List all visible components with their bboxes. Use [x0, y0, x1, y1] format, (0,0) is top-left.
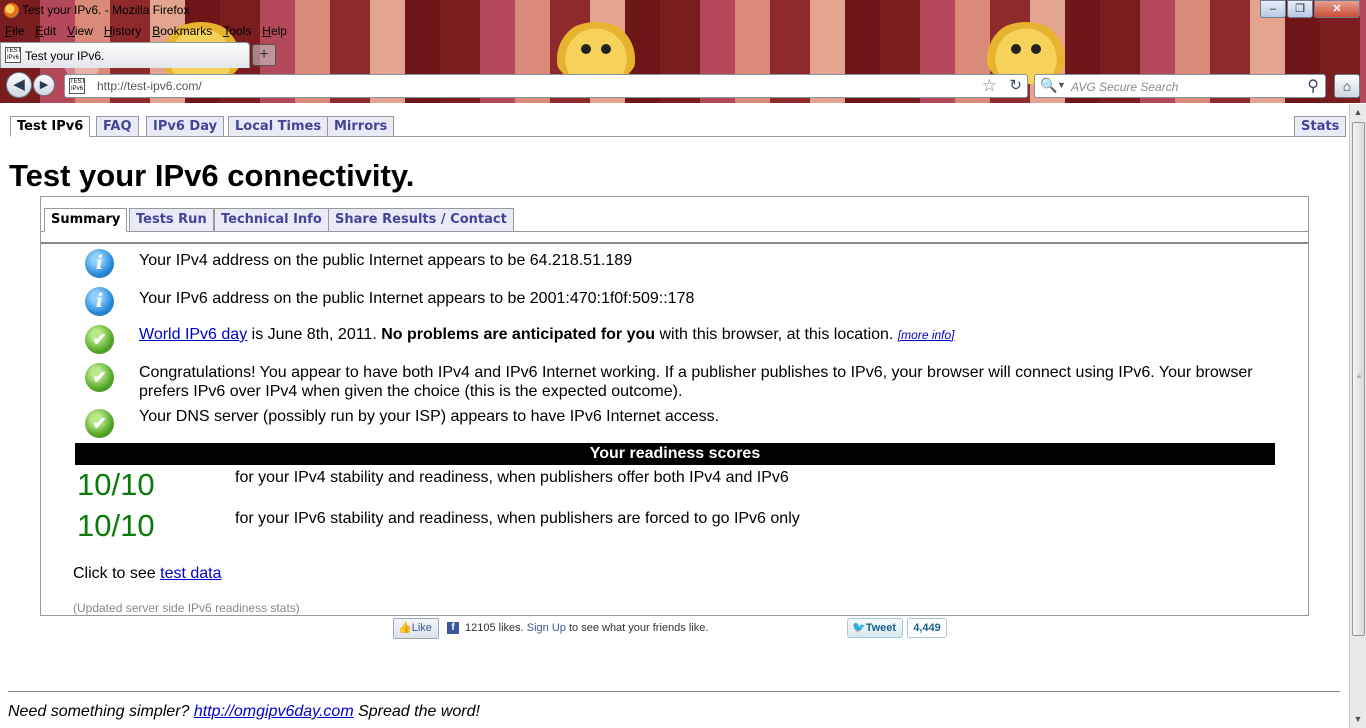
tab-tests-run[interactable]: Tests Run	[129, 208, 214, 232]
bookmark-star-icon[interactable]: ☆	[982, 76, 997, 96]
dns-text: Your DNS server (possibly run by your IS…	[139, 408, 720, 425]
results-panel: Summary Tests Run Technical Info Share R…	[40, 196, 1309, 616]
tab-summary[interactable]: Summary	[44, 208, 128, 232]
scroll-grip-icon: ≡	[1356, 372, 1362, 381]
ipv4-score: 10/10	[77, 467, 155, 502]
more-info-link[interactable]: [more info]	[898, 328, 955, 342]
footer-suffix: Spread the word!	[353, 703, 480, 720]
minimize-button[interactable]: –	[1260, 0, 1286, 18]
omgipv6day-link[interactable]: http://omgipv6day.com	[194, 703, 354, 720]
ipv6-result-text: Your IPv6 address on the public Internet…	[139, 290, 695, 307]
menu-bar: File Edit View History Bookmarks Tools H…	[0, 24, 293, 40]
facebook-like-text: 12105 likes. Sign Up to see what your fr…	[465, 622, 708, 634]
menu-history[interactable]: History	[104, 24, 141, 38]
world-ipv6-day-link[interactable]: World IPv6 day	[139, 326, 247, 343]
twitter-bird-icon: 🐦	[852, 622, 866, 634]
footer-text: Need something simpler? http://omgipv6da…	[8, 703, 480, 721]
signup-rest: to see what your friends like.	[565, 622, 709, 634]
results-tabs: Summary Tests Run Technical Info Share R…	[41, 208, 1308, 232]
social-buttons: 👍Like f 12105 likes. Sign Up to see what…	[393, 617, 953, 641]
footer-divider	[8, 691, 1340, 692]
maximize-button[interactable]: ❐	[1287, 0, 1313, 18]
facebook-icon: f	[447, 622, 459, 634]
url-text[interactable]: http://test-ipv6.com/	[97, 79, 202, 93]
page-title: Test your IPv6 connectivity.	[9, 158, 415, 193]
check-icon: ✔	[85, 409, 114, 438]
ipv4-result-text: Your IPv4 address on the public Internet…	[139, 252, 633, 269]
readiness-scores-header: Your readiness scores	[75, 443, 1275, 465]
tab-mirrors[interactable]: Mirrors	[327, 116, 395, 137]
updated-stats-note: (Updated server side IPv6 readiness stat…	[73, 601, 300, 615]
scroll-up-arrow-icon[interactable]: ▲	[1350, 104, 1366, 121]
tab-faq[interactable]: FAQ	[96, 116, 139, 137]
search-engine-icon[interactable]: 🔍	[1040, 77, 1057, 94]
test-data-line: Click to see test data	[73, 565, 222, 583]
forward-button[interactable]: ▶	[33, 74, 55, 96]
ipv6-score: 10/10	[77, 508, 155, 543]
navigation-toolbar: ◀ ▶ TEST IPv6 http://test-ipv6.com/ ☆ ↻ …	[0, 70, 1366, 102]
home-icon: ⌂	[1342, 78, 1352, 94]
menu-file[interactable]: File	[5, 24, 24, 38]
menu-edit[interactable]: Edit	[35, 24, 56, 38]
thumbs-up-icon: 👍	[398, 622, 412, 634]
title-bar: Test your IPv6. - Mozilla Firefox – ❐ ✕	[0, 0, 1366, 22]
browser-tab[interactable]: TEST IPv6 Test your IPv6.	[0, 42, 250, 68]
close-window-button[interactable]: ✕	[1314, 0, 1360, 18]
test-data-prefix: Click to see	[73, 565, 161, 582]
world-ipv6-day-rest: with this browser, at this location.	[655, 326, 898, 343]
tab-local-times[interactable]: Local Times	[228, 116, 329, 137]
facebook-signup-link[interactable]: Sign Up	[527, 622, 566, 634]
tweet-label: Tweet	[865, 622, 897, 634]
tab-technical-info[interactable]: Technical Info	[214, 208, 329, 232]
tweet-count[interactable]: 4,449	[907, 618, 947, 638]
menu-bookmarks[interactable]: Bookmarks	[152, 24, 212, 38]
likes-count: 12105 likes.	[465, 622, 524, 634]
ipv6-score-desc: for your IPv6 stability and readiness, w…	[235, 510, 800, 527]
chevron-down-icon[interactable]: ▼	[1057, 80, 1066, 90]
info-icon: i	[85, 249, 114, 278]
reload-icon[interactable]: ↻	[1009, 76, 1022, 94]
footer-prefix: Need something simpler?	[8, 703, 194, 720]
browser-tab-label: Test your IPv6.	[25, 49, 105, 63]
divider	[41, 242, 1308, 244]
tab-share-results[interactable]: Share Results / Contact	[328, 208, 514, 232]
tab-stats[interactable]: Stats	[1294, 116, 1347, 137]
page-content: Test IPv6 FAQ IPv6 Day Local Times Mirro…	[0, 104, 1349, 728]
ipv4-score-desc: for your IPv4 stability and readiness, w…	[235, 469, 789, 486]
site-nav-tabs: Test IPv6 FAQ IPv6 Day Local Times Mirro…	[10, 116, 1347, 137]
window-title: Test your IPv6. - Mozilla Firefox	[22, 3, 190, 17]
address-bar[interactable]: TEST IPv6 http://test-ipv6.com/ ☆ ↻	[64, 74, 1028, 98]
facebook-like-button[interactable]: 👍Like	[393, 618, 439, 639]
home-button[interactable]: ⌂	[1334, 74, 1360, 98]
scroll-down-arrow-icon[interactable]: ▼	[1350, 711, 1366, 728]
new-tab-button[interactable]: +	[252, 44, 276, 66]
info-icon: i	[85, 287, 114, 316]
search-box[interactable]: 🔍 ▼ AVG Secure Search ⚲	[1034, 74, 1326, 98]
test-data-link[interactable]: test data	[160, 565, 221, 582]
no-problems-text: No problems are anticipated for you	[381, 326, 656, 343]
url-favicon-icon: TEST IPv6	[69, 78, 85, 94]
browser-chrome: Test your IPv6. - Mozilla Firefox – ❐ ✕ …	[0, 0, 1366, 103]
menu-tools[interactable]: Tools	[223, 24, 251, 38]
menu-help[interactable]: Help	[262, 24, 287, 38]
tab-test-ipv6[interactable]: Test IPv6	[10, 116, 91, 137]
scrollbar-thumb[interactable]: ≡	[1352, 122, 1365, 636]
tab-ipv6-day[interactable]: IPv6 Day	[146, 116, 225, 137]
search-input[interactable]: AVG Secure Search	[1071, 80, 1178, 94]
world-ipv6-day-text: World IPv6 day is June 8th, 2011. No pro…	[139, 325, 1265, 345]
like-label: Like	[411, 622, 432, 634]
firefox-logo-icon	[4, 3, 19, 18]
menu-view[interactable]: View	[67, 24, 93, 38]
search-go-icon[interactable]: ⚲	[1307, 76, 1319, 96]
check-icon: ✔	[85, 363, 114, 392]
vertical-scrollbar[interactable]: ▲ ≡ ▼	[1349, 104, 1366, 728]
tweet-button[interactable]: 🐦Tweet	[847, 618, 903, 638]
check-icon: ✔	[85, 325, 114, 354]
world-ipv6-day-date: is June 8th, 2011.	[247, 326, 382, 343]
back-arrow-icon: ◀	[13, 76, 25, 93]
congrats-text: Congratulations! You appear to have both…	[139, 364, 1253, 400]
back-button[interactable]: ◀	[6, 72, 32, 98]
forward-arrow-icon: ▶	[39, 79, 49, 91]
site-favicon-icon: TEST IPv6	[5, 47, 21, 63]
